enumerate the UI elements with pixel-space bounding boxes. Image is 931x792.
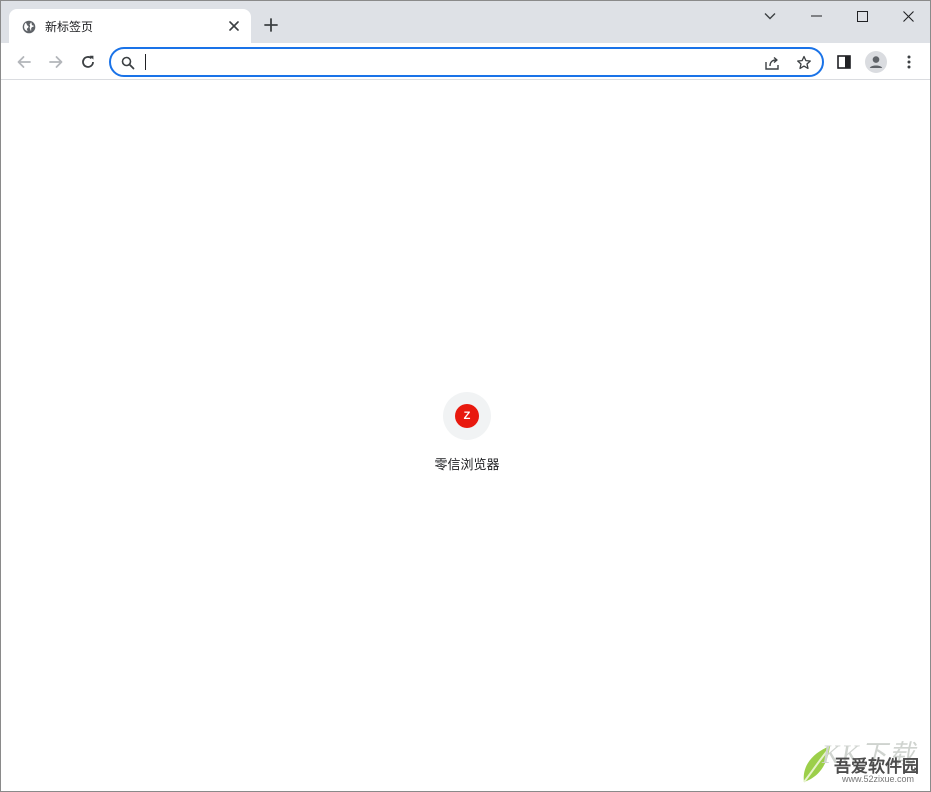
- menu-button[interactable]: [895, 48, 923, 76]
- side-panel-icon: [837, 55, 851, 69]
- maximize-icon: [856, 10, 868, 22]
- forward-button[interactable]: [42, 48, 70, 76]
- new-tab-button[interactable]: [259, 13, 283, 37]
- tab-title: 新标签页: [45, 20, 94, 34]
- arrow-left-icon: [16, 54, 32, 70]
- close-window-button[interactable]: [885, 1, 930, 31]
- reload-button[interactable]: [74, 48, 102, 76]
- more-vert-icon: [907, 55, 911, 69]
- profile-button[interactable]: [862, 48, 890, 76]
- text-caret: [145, 54, 146, 70]
- reload-icon: [80, 54, 96, 70]
- shortcut-label: 零信浏览器: [434, 458, 500, 473]
- maximize-button[interactable]: [839, 1, 885, 31]
- address-input[interactable]: [145, 52, 745, 72]
- back-button[interactable]: [10, 48, 38, 76]
- arrow-right-icon: [48, 54, 64, 70]
- new-tab-page: Z 零信浏览器 KK下载 吾爱软件园 www.52zixue.com: [1, 81, 930, 791]
- search-icon: [121, 55, 135, 70]
- browser-window: 新标签页 Z 零信浏览器 KK下载 吾爱软件园 www.52zixue.com: [0, 0, 931, 792]
- minimize-icon: [810, 15, 822, 17]
- close-icon: [902, 10, 914, 22]
- watermark-url: www.52zixue.com: [842, 774, 915, 784]
- shortcut-favicon-icon: Z: [455, 404, 479, 428]
- side-panel-button[interactable]: [830, 48, 858, 76]
- chevron-down-icon: [764, 12, 776, 20]
- address-bar[interactable]: [109, 47, 824, 77]
- shortcut-tile[interactable]: Z 零信浏览器: [419, 392, 515, 478]
- profile-icon: [865, 51, 887, 73]
- minimize-button[interactable]: [793, 1, 839, 31]
- tab-new-tab[interactable]: 新标签页: [9, 9, 251, 43]
- watermark: KK下载 吾爱软件园 www.52zixue.com: [800, 734, 928, 790]
- close-icon[interactable]: [225, 17, 243, 35]
- star-icon[interactable]: [794, 53, 814, 73]
- share-icon[interactable]: [762, 53, 782, 73]
- toolbar: [1, 43, 930, 80]
- shortcut-icon-background: Z: [443, 392, 491, 440]
- plus-icon: [264, 18, 278, 32]
- tab-search-button[interactable]: [747, 1, 793, 31]
- globe-icon: [22, 19, 36, 34]
- tab-strip: 新标签页: [1, 1, 930, 43]
